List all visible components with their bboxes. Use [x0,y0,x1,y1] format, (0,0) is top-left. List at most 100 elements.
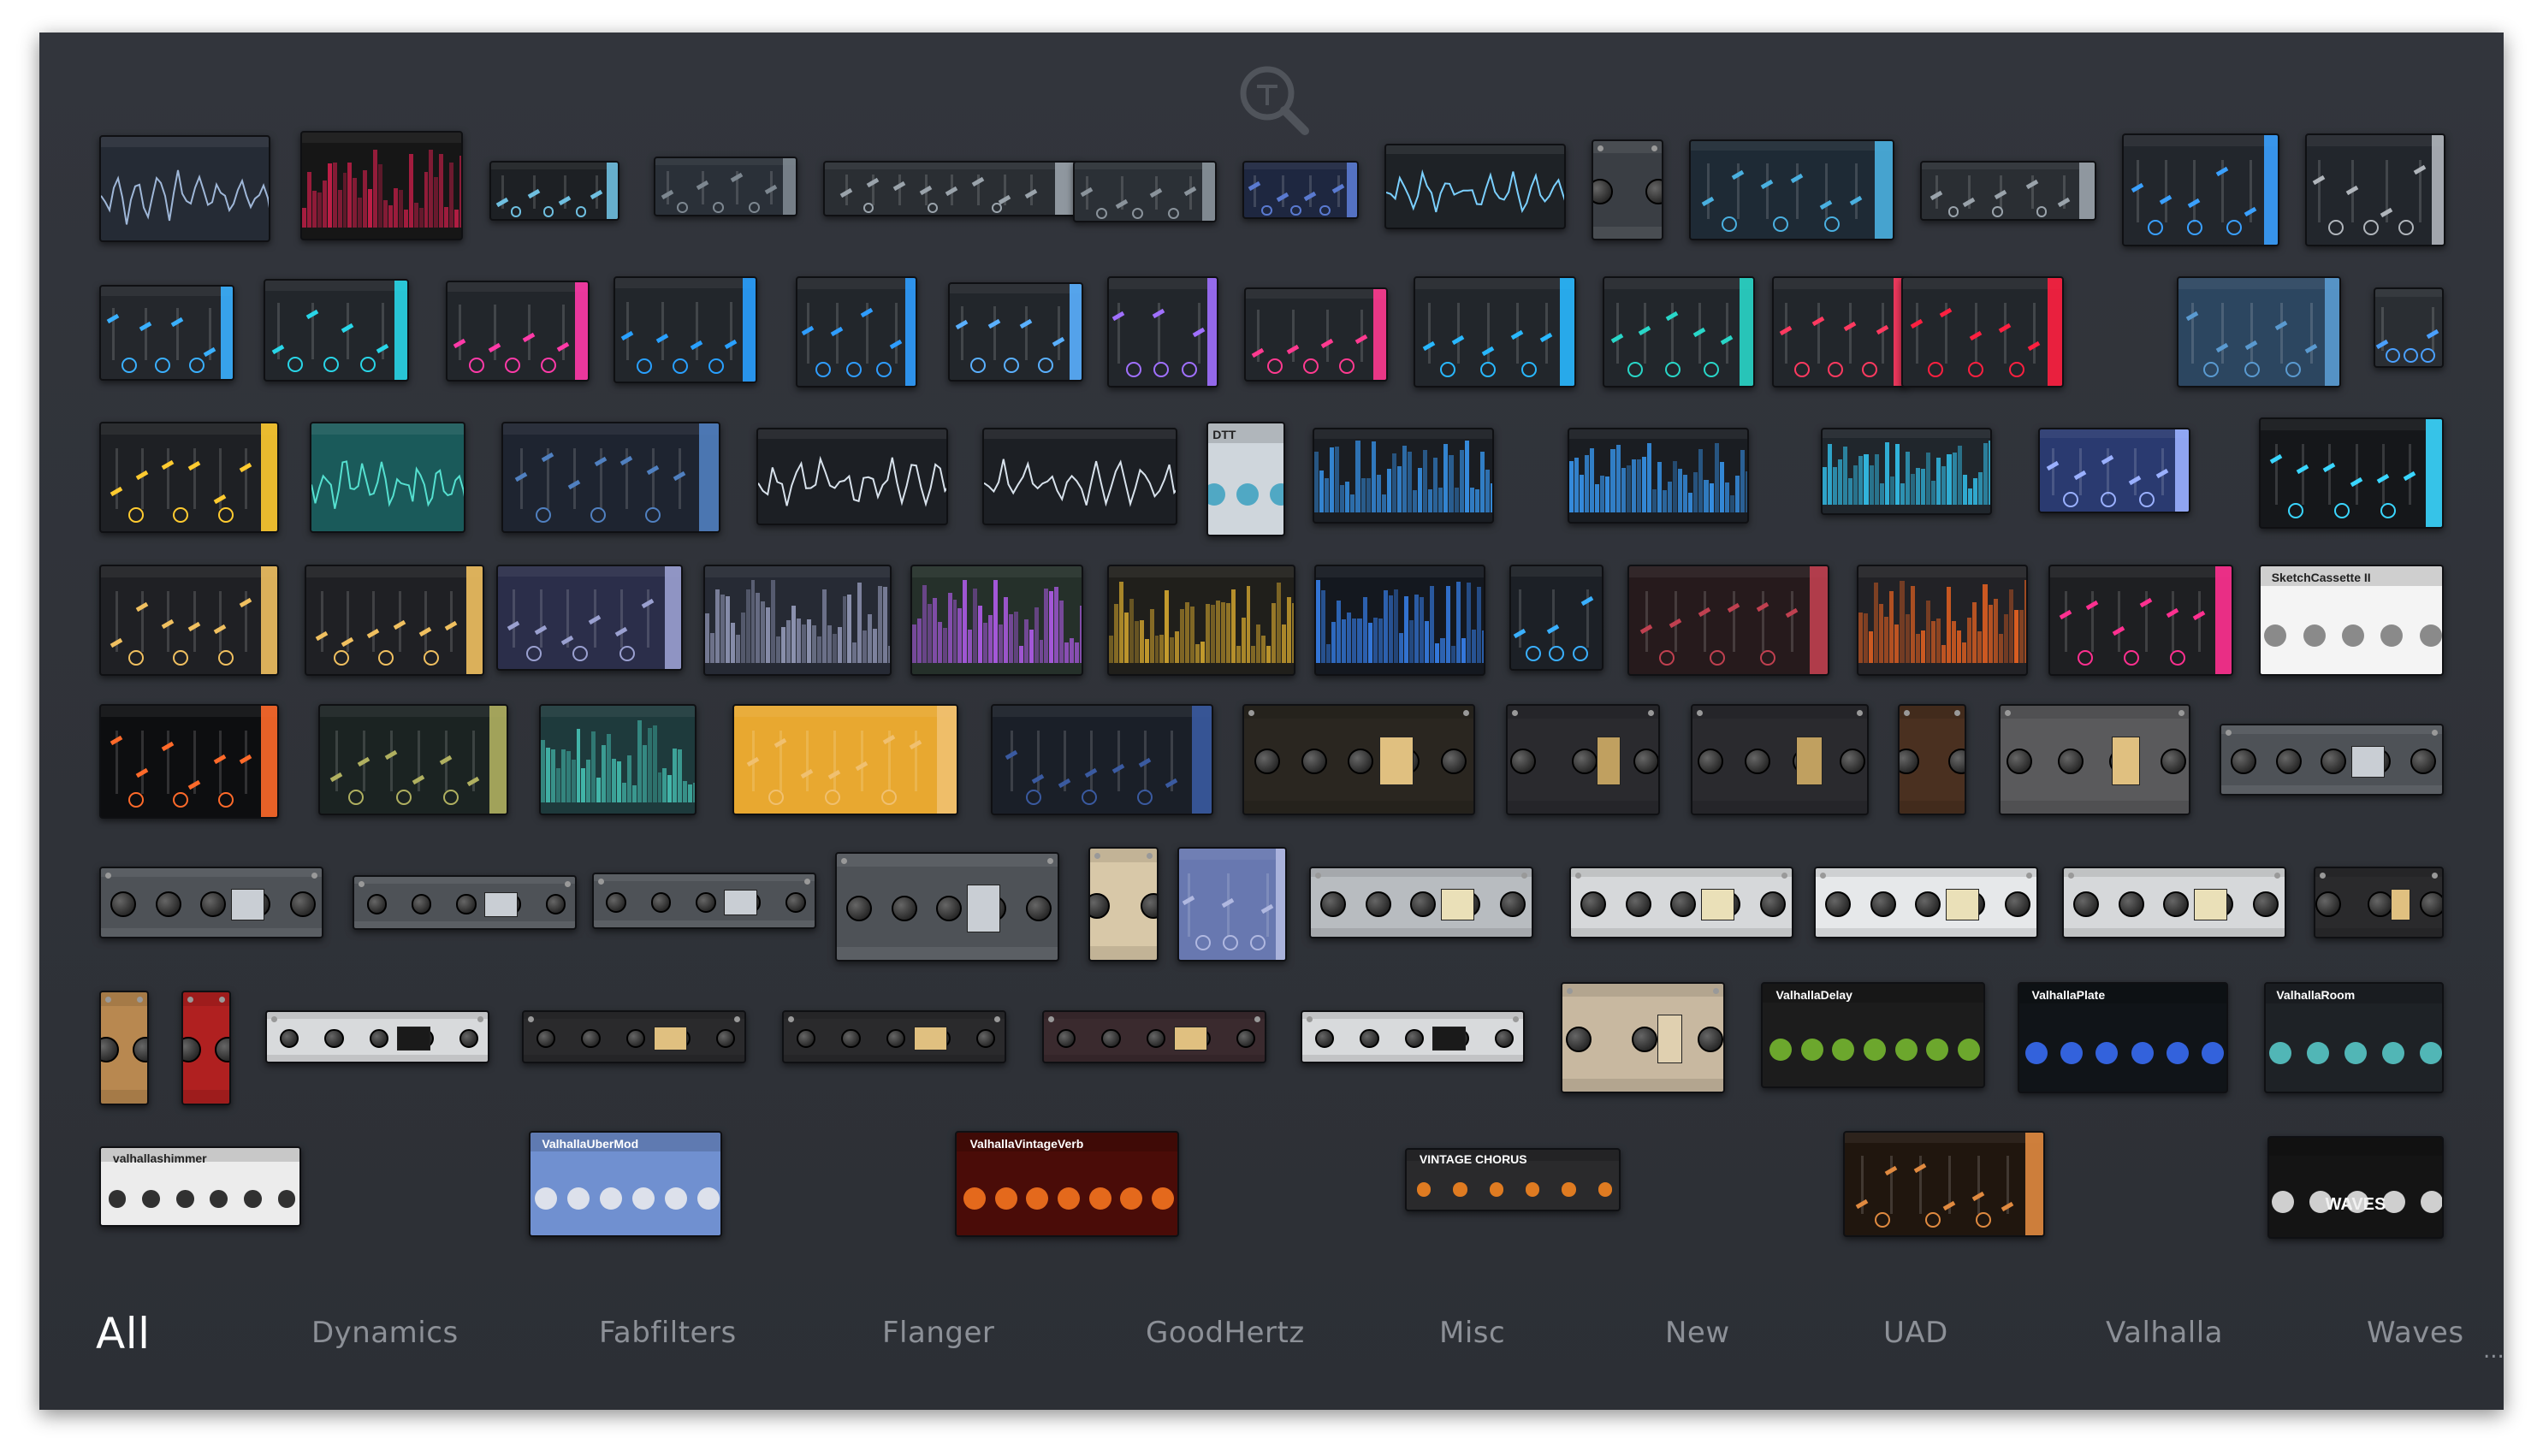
plugin-thumbnail[interactable] [1569,867,1793,938]
plugin-thumbnail[interactable] [1920,161,2096,221]
plugin-thumbnail[interactable] [2177,276,2341,388]
plugin-thumbnail[interactable]: ValhallaPlate [2018,982,2228,1093]
plugin-thumbnail[interactable]: ValhallaRoom [2264,982,2444,1093]
plugin-thumbnail[interactable] [991,704,1213,815]
plugin-thumbnail[interactable] [1509,565,1603,671]
search-icon[interactable] [1235,61,1312,138]
plugin-thumbnail[interactable] [1506,704,1660,815]
tab-fabfilters[interactable]: Fabfilters [599,1316,737,1350]
plugin-thumbnail[interactable] [1107,565,1295,676]
plugin-thumbnail[interactable] [756,428,948,525]
plugin-thumbnail[interactable] [1999,704,2190,815]
plugin-thumbnail[interactable] [732,704,958,815]
plugin-thumbnail[interactable] [592,873,816,929]
plugin-thumbnail[interactable] [1691,704,1869,815]
plugin-thumbnail[interactable] [1568,428,1749,524]
plugin-thumbnail[interactable] [1814,867,2038,938]
plugin-thumbnail[interactable] [1107,276,1218,388]
plugin-thumbnail[interactable] [318,704,508,815]
plugin-thumbnail[interactable] [2259,417,2444,529]
plugin-thumbnail[interactable] [1901,276,2064,388]
plugin-thumbnail[interactable] [1314,565,1485,676]
plugin-thumbnail[interactable] [614,276,757,383]
plugin-thumbnail[interactable] [1242,161,1359,219]
plugin-thumbnail[interactable] [99,565,279,676]
plugin-thumbnail[interactable] [1309,867,1533,938]
tab-valhalla[interactable]: Valhalla [2106,1316,2223,1350]
plugin-thumbnail[interactable] [1561,982,1725,1093]
plugin-thumbnail[interactable] [823,161,1080,216]
plugin-thumbnail[interactable] [539,704,697,815]
plugin-thumbnail[interactable] [1821,428,1992,515]
plugin-thumbnail[interactable] [1244,287,1388,382]
plugin-thumbnail[interactable] [99,991,149,1105]
plugin-thumbnail[interactable] [1414,276,1576,388]
plugin-thumbnail[interactable] [2220,724,2444,796]
plugin-thumbnail[interactable] [948,282,1083,382]
plugin-thumbnail[interactable] [796,276,917,388]
tab-all[interactable]: All [96,1309,151,1358]
plugin-thumbnail[interactable] [1772,276,1907,388]
tab-new[interactable]: New [1665,1316,1730,1350]
plugin-thumbnail[interactable] [446,281,590,382]
plugin-thumbnail[interactable] [1603,276,1755,388]
plugin-thumbnail[interactable] [1857,565,2028,676]
plugin-thumbnail[interactable] [353,875,577,930]
plugin-thumbnail[interactable] [99,704,279,819]
plugin-thumbnail[interactable] [2048,565,2233,676]
plugin-thumbnail[interactable]: WAVES [2267,1136,2444,1239]
tab-uad[interactable]: UAD [1883,1316,1948,1350]
tab-flanger[interactable]: Flanger [882,1316,994,1350]
plugin-thumbnail[interactable] [1073,161,1217,222]
plugin-thumbnail[interactable]: ValhallaUberMod [529,1131,722,1237]
plugin-thumbnail[interactable] [2305,133,2445,246]
plugin-thumbnail[interactable] [2374,287,2444,368]
plugin-thumbnail[interactable] [1898,704,1966,815]
plugin-thumbnail[interactable] [1689,139,1894,240]
plugin-thumbnail[interactable] [654,157,797,216]
plugin-thumbnail[interactable]: valhallashimmer [99,1146,301,1227]
plugin-thumbnail[interactable] [982,428,1177,525]
plugin-thumbnail[interactable] [305,565,484,676]
plugin-thumbnail[interactable] [99,422,279,533]
tab-goodhertz[interactable]: GoodHertz [1146,1316,1305,1350]
plugin-thumbnail[interactable] [2038,428,2190,513]
plugin-thumbnail[interactable] [310,422,465,533]
tabs-overflow-indicator[interactable]: ... [2483,1338,2504,1364]
plugin-thumbnail[interactable]: DTT [1206,422,1285,536]
plugin-thumbnail[interactable] [522,1010,746,1063]
plugin-thumbnail[interactable] [300,131,463,240]
plugin-thumbnail[interactable] [1088,847,1159,962]
plugin-thumbnail[interactable] [1843,1131,2045,1237]
plugin-thumbnail[interactable] [181,991,231,1105]
plugin-thumbnail[interactable] [501,422,720,533]
plugin-thumbnail[interactable] [99,285,234,381]
tab-misc[interactable]: Misc [1439,1316,1505,1350]
plugin-thumbnail[interactable] [489,161,619,221]
plugin-thumbnail[interactable]: ValhallaVintageVerb [955,1131,1179,1237]
plugin-thumbnail[interactable] [1177,847,1287,962]
plugin-thumbnail[interactable] [1313,428,1494,524]
plugin-thumbnail[interactable] [782,1010,1006,1063]
plugin-thumbnail[interactable] [1242,704,1475,815]
plugin-thumbnail[interactable] [1627,565,1829,676]
plugin-thumbnail[interactable] [264,279,409,382]
plugin-thumbnail[interactable] [99,867,323,938]
plugin-thumbnail[interactable] [2062,867,2286,938]
plugin-thumbnail[interactable] [2314,867,2444,938]
plugin-thumbnail[interactable] [703,565,892,676]
plugin-thumbnail[interactable] [1301,1010,1525,1063]
plugin-thumbnail[interactable] [265,1010,489,1063]
plugin-thumbnail[interactable] [1042,1010,1266,1063]
plugin-thumbnail[interactable] [835,852,1059,962]
tab-waves[interactable]: Waves [2367,1316,2464,1350]
plugin-thumbnail[interactable] [1592,139,1663,240]
plugin-thumbnail[interactable] [2122,133,2279,246]
plugin-thumbnail[interactable] [99,135,270,242]
plugin-thumbnail[interactable] [910,565,1083,676]
plugin-thumbnail[interactable] [1384,144,1566,229]
plugin-thumbnail[interactable]: SketchCassette II [2259,565,2444,676]
tab-dynamics[interactable]: Dynamics [311,1316,459,1350]
plugin-thumbnail[interactable]: VINTAGE CHORUS [1405,1148,1621,1211]
plugin-thumbnail[interactable]: ValhallaDelay [1761,982,1985,1088]
